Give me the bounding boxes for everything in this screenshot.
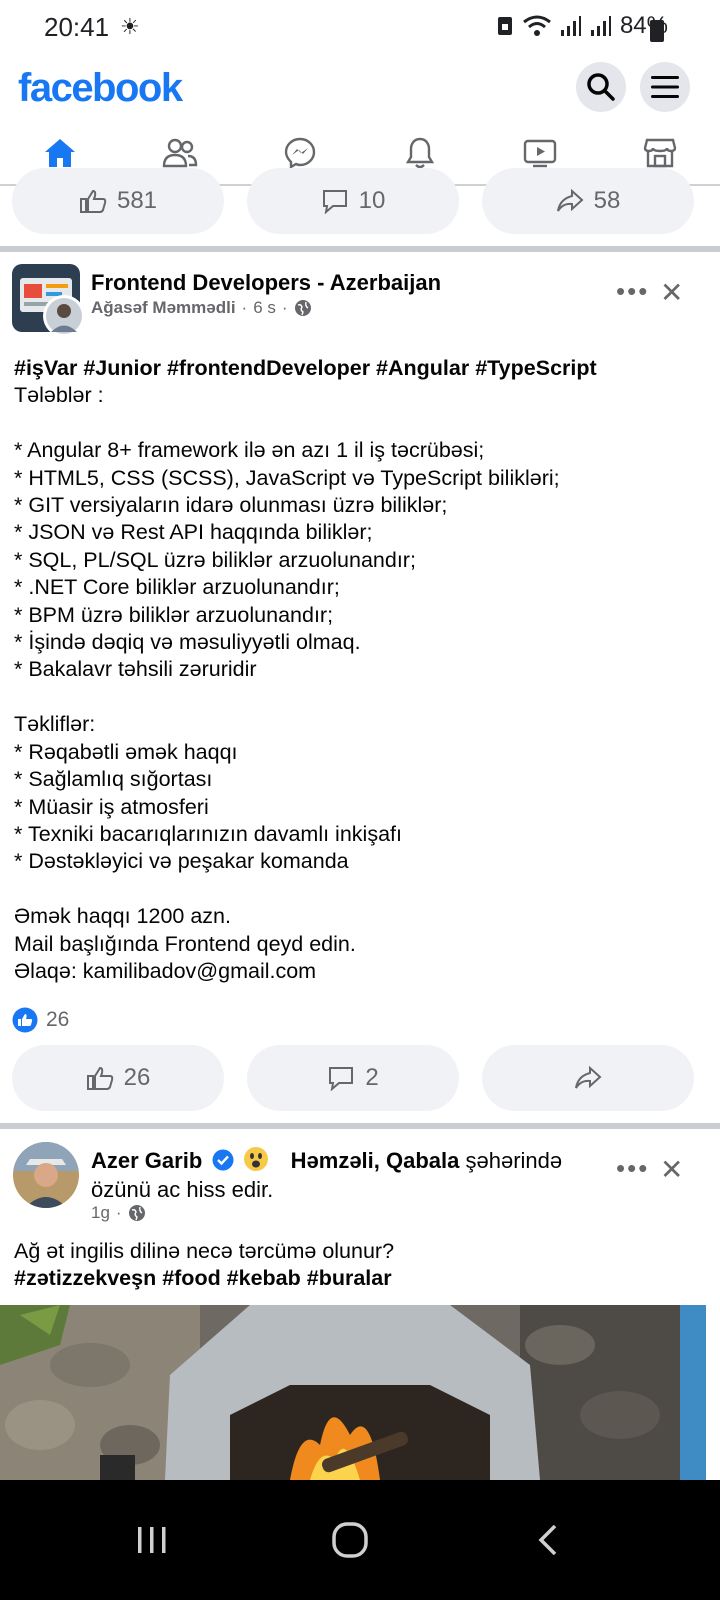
search-icon [587,73,615,101]
messenger-icon [284,137,316,170]
fireplace-photo [0,1305,706,1480]
like-button[interactable]: 26 [12,1045,224,1111]
post-body-text: Ağ ət ingilis dilinə necə tərcümə olunur… [14,1239,395,1263]
search-button[interactable] [576,62,626,112]
like-icon [86,1066,113,1090]
share-button[interactable] [482,1045,694,1111]
post-hashtags[interactable]: #işVar #Junior #frontendDeveloper #Angul… [14,356,597,380]
share-button[interactable]: 58 [482,168,694,234]
post-meta: 1g · [91,1203,146,1223]
home-circle-icon [332,1522,368,1558]
author-avatar[interactable] [12,1141,80,1209]
friends-icon [162,138,198,168]
bell-icon [405,137,435,169]
comment-icon [322,190,347,214]
like-count: 581 [116,187,158,214]
post-photo[interactable] [0,1305,706,1480]
close-icon[interactable]: ✕ [660,276,683,309]
signal-icon-2 [590,16,611,36]
share-icon [575,1065,602,1089]
recent-apps-button[interactable] [122,1510,182,1570]
battery-icon [650,20,664,42]
feed-divider [0,1123,720,1129]
prev-post-actions: 581 10 58 [0,168,720,234]
marketplace-icon [643,138,677,168]
reaction-count: 26 [46,1008,70,1031]
like-reaction-icon [12,1007,38,1033]
globe-icon [128,1205,145,1221]
group-name[interactable]: Frontend Developers - Azerbaijan [91,270,441,296]
post-time[interactable]: 6 s [253,298,276,318]
status-icons: 84% [496,12,668,40]
home-icon [45,139,75,167]
post1-actions: 26 2 [0,1045,720,1111]
menu-icon [651,76,679,98]
status-time: 20:41 [44,12,110,42]
group-avatar[interactable] [12,264,86,338]
location-suffix: şəhərində [459,1148,563,1173]
meta-separator: · [281,298,288,317]
signal-icon [560,16,581,36]
comment-icon [329,1067,354,1091]
location-link[interactable]: Həmzəli, Qabala [291,1148,460,1173]
verified-icon [212,1149,234,1171]
globe-icon [294,300,311,316]
author-name[interactable]: Azer Garib [91,1148,202,1173]
comment-count: 10 [358,187,386,214]
post-meta: Ağasəf Məmmədli · 6 s · [91,298,312,318]
system-nav-bar [0,1480,720,1600]
meta-separator: · [115,1203,122,1222]
back-button[interactable] [518,1510,578,1570]
post-hashtags[interactable]: #zətizzekveşn #food #kebab #buralar [14,1266,392,1290]
feed-divider [0,246,720,252]
home-button[interactable] [320,1510,380,1570]
wifi-icon [523,15,551,36]
meta-separator: · [241,298,248,317]
author-name[interactable]: Ağasəf Məmmədli [91,298,236,318]
comment-button[interactable]: 2 [247,1045,459,1111]
post-time[interactable]: 1g [91,1203,110,1223]
like-button[interactable]: 581 [12,168,224,234]
reaction-summary[interactable]: 26 [12,1007,69,1033]
like-icon [79,189,107,213]
more-options-icon[interactable]: ••• [616,276,649,307]
menu-button[interactable] [640,62,690,112]
more-options-icon[interactable]: ••• [616,1153,649,1184]
video-icon [523,139,557,168]
share-icon [556,188,584,212]
comment-button[interactable]: 10 [247,168,459,234]
like-count: 26 [123,1064,151,1091]
recent-apps-icon [138,1527,166,1553]
hungry-emoji-icon [243,1147,268,1171]
status-bar: 20:41 ☀ 84% [0,0,720,58]
author-avatar [43,295,85,337]
post-text: Ağ ət ingilis dilinə necə tərcümə olunur… [14,1238,704,1293]
share-count: 58 [593,187,621,214]
close-icon[interactable]: ✕ [660,1153,683,1186]
sim-lock-icon [497,17,512,35]
back-icon [538,1524,557,1556]
comment-count: 2 [365,1064,379,1091]
post-header-text: Azer Garib Həmzəli, Qabala şəhərində özü… [91,1146,651,1204]
feeling-text: özünü ac hiss edir. [91,1177,274,1202]
facebook-logo[interactable]: facebook [18,66,183,111]
post-body-text: Tələblər : * Angular 8+ framework ilə ən… [14,383,560,983]
brightness-icon: ☀ [120,14,140,39]
app-header: facebook [0,58,720,116]
post-text: #işVar #Junior #frontendDeveloper #Angul… [14,355,704,985]
